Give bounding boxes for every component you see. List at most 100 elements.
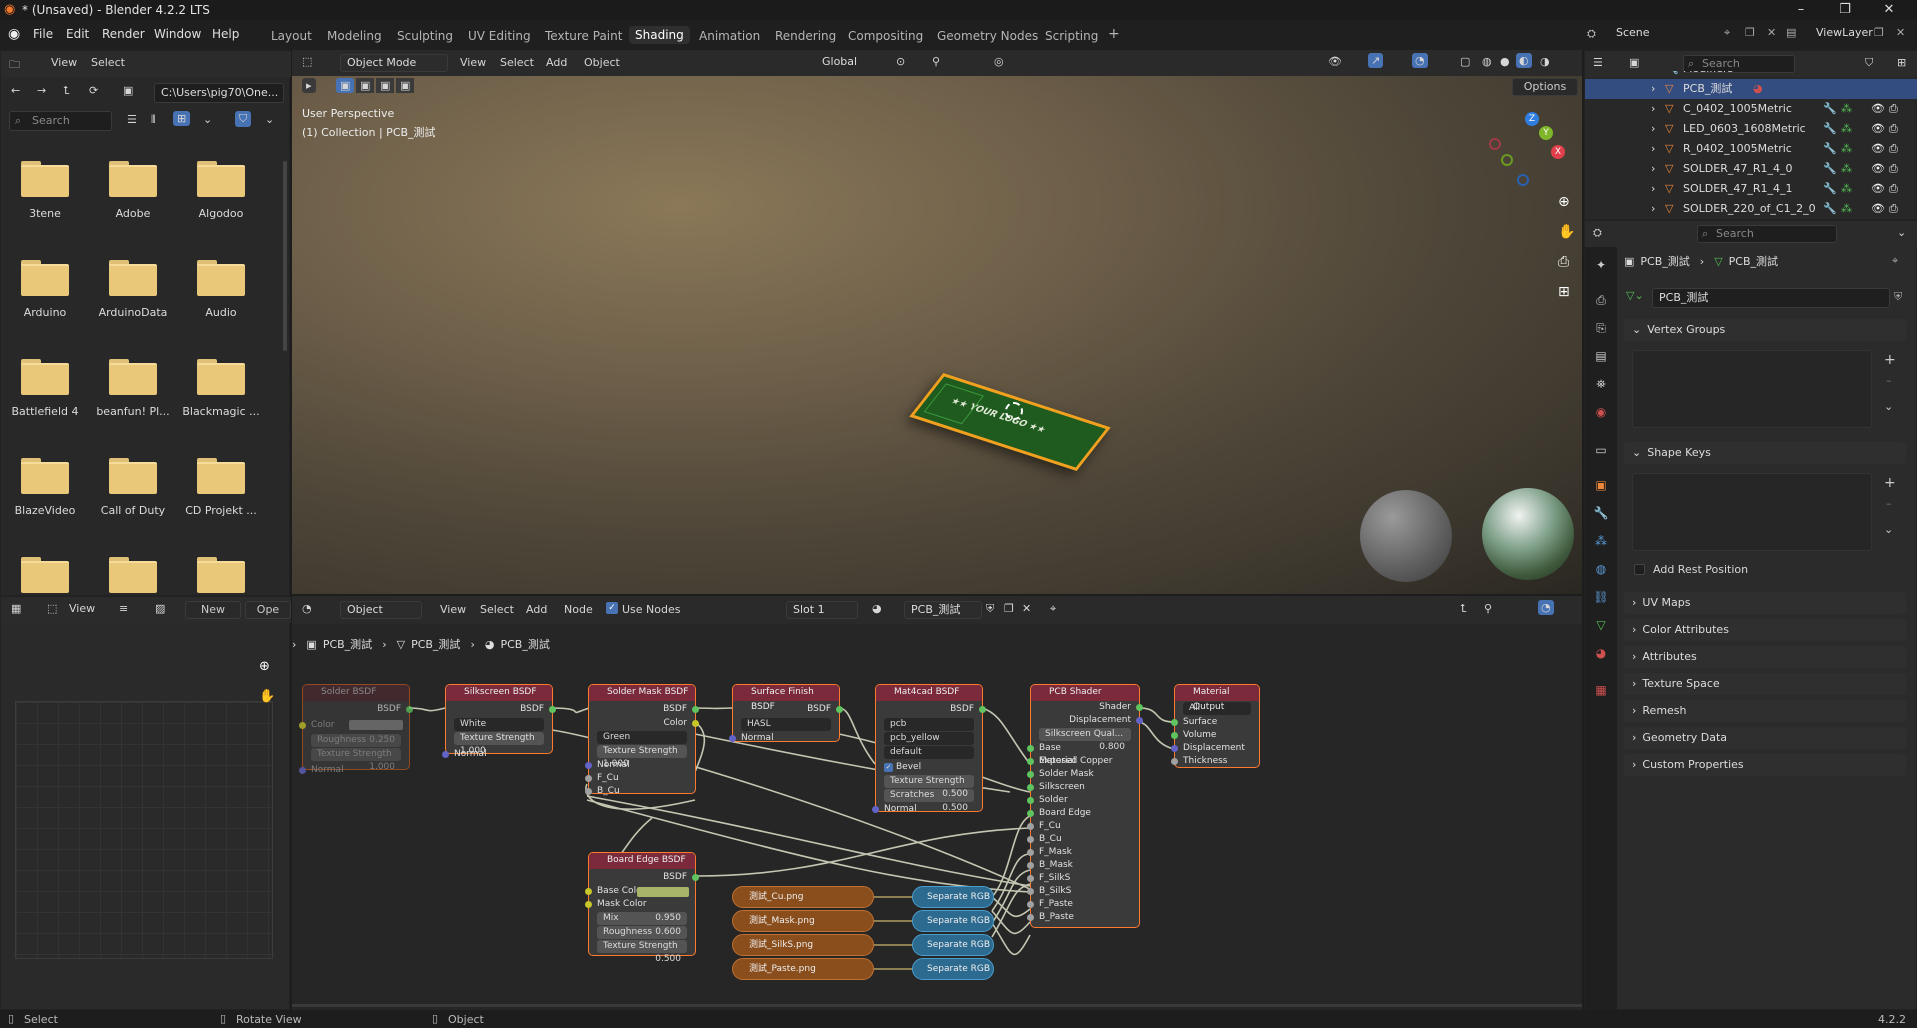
breadcrumb-object[interactable]: PCB_測試 [1640, 253, 1689, 269]
image-node-cu[interactable]: 測試_Cu.png [732, 886, 874, 908]
outliner-row[interactable]: › 🔧 Modifiers [1585, 71, 1917, 79]
separate-rgb-node-2[interactable]: Separate RGB (Le... [912, 910, 994, 932]
back-icon[interactable]: ← [11, 84, 20, 97]
image-view-menu[interactable]: View [69, 602, 95, 615]
world-tab-icon[interactable]: ◉ [1592, 403, 1610, 421]
folder-item[interactable]: Audio [181, 260, 261, 319]
node-pcb-shader[interactable]: PCB Shader Shader Displacement Silkscree… [1027, 684, 1143, 928]
parent-dir-icon[interactable]: ⮤ [63, 84, 70, 98]
editor-type-icon[interactable]: ⛭ [1593, 226, 1602, 240]
editor-type-icon[interactable]: 🗀 [9, 56, 20, 75]
object-mode-dropdown[interactable]: Object Mode [340, 54, 448, 72]
separate-rgb-node-1[interactable]: Separate RGB (Le... [912, 886, 994, 908]
socket[interactable] [836, 706, 843, 713]
menu-window[interactable]: Window [154, 27, 201, 41]
xray-icon[interactable]: ▢ [1460, 55, 1470, 68]
wireframe-shading-icon[interactable]: ◍ [1482, 55, 1492, 68]
gizmo-z-axis[interactable]: Z [1525, 112, 1539, 126]
editor-type-icon[interactable]: ☰ [1593, 56, 1603, 69]
node-surface-title[interactable]: Surface Finish BSDF [733, 685, 839, 712]
list-horizontal-icon[interactable]: ⫴ [151, 113, 156, 127]
eye-icon[interactable]: 👁 [1871, 119, 1885, 139]
solder-texture-field[interactable]: Texture Strength 1.000 [311, 748, 401, 772]
minimize-button[interactable]: – [1779, 0, 1823, 20]
socket[interactable] [1027, 849, 1034, 856]
mat4cad-dropdown-2[interactable]: pcb_yellow [884, 732, 974, 745]
socket[interactable] [1171, 719, 1178, 726]
section-attributes[interactable]: › Attributes [1624, 646, 1906, 668]
expand-chevron-icon[interactable]: › [1651, 71, 1655, 79]
ortho-toggle-icon[interactable]: ⊞ [1558, 284, 1570, 300]
node-overlay-icon[interactable]: ◔ [1538, 600, 1554, 615]
transform-orientation-dropdown[interactable]: Global [816, 54, 890, 72]
node-silkscreen-bsdf[interactable]: Silkscreen BSDF BSDF White Texture Stren… [442, 684, 556, 759]
shape-key-specials-icon[interactable]: ⌄ [1884, 523, 1893, 536]
select-mode-extend-icon[interactable]: ▣ [356, 78, 375, 93]
mesh-browse-icon[interactable]: ▽⌄ [1626, 289, 1644, 302]
folder-item[interactable]: Call of Duty [93, 458, 173, 517]
select-mode-new-icon[interactable]: ▣ [336, 78, 355, 93]
socket[interactable] [585, 901, 592, 908]
shader-node-editor[interactable]: › ▣ PCB_測試 › ▽ PCB_測試 › ◕ PCB_測試 Solder … [292, 624, 1582, 1010]
node-boardedge-title[interactable]: Board Edge BSDF [589, 853, 695, 869]
expand-chevron-icon[interactable]: › [1651, 99, 1655, 119]
node-menu-add[interactable]: Add [526, 603, 547, 616]
gizmo-neg-z[interactable] [1517, 174, 1529, 186]
add-rest-checkbox[interactable] [1634, 563, 1645, 575]
folder-item[interactable] [181, 557, 261, 597]
outliner-row[interactable]: › ▽ PCB_測試 ◕ [1585, 79, 1917, 99]
filter-icon[interactable]: ⛉ [1865, 56, 1873, 70]
folder-item[interactable]: BlazeVideo [5, 458, 85, 517]
use-nodes-checkbox[interactable]: ✓ [606, 602, 618, 614]
pin-icon[interactable]: ⌖ [1724, 26, 1730, 40]
image-pan-icon[interactable]: ✋ [259, 689, 275, 704]
socket[interactable] [692, 706, 699, 713]
new-collection-icon[interactable]: ⊞ [1897, 56, 1906, 69]
socket[interactable] [1027, 901, 1034, 908]
socket[interactable] [1027, 862, 1034, 869]
tab-uv-editing[interactable]: UV Editing [468, 29, 531, 43]
socket[interactable] [299, 722, 306, 729]
image-browse-icon[interactable]: ▨ [155, 602, 165, 615]
folder-item[interactable]: Battlefield 4 [5, 359, 85, 418]
socket[interactable] [1027, 758, 1034, 765]
boardedge-mix-field[interactable]: Mix 0.950 [597, 912, 687, 925]
socket[interactable] [872, 806, 879, 813]
tab-geometry-nodes[interactable]: Geometry Nodes [937, 29, 1038, 43]
close-button[interactable]: ✕ [1867, 0, 1911, 20]
camera-render-icon[interactable]: ⎙ [1889, 179, 1898, 199]
refresh-icon[interactable]: ⟳ [89, 84, 98, 97]
fake-user-icon[interactable]: ⛨ [986, 602, 994, 616]
node-menu-view[interactable]: View [440, 603, 466, 616]
outliner-row[interactable]: › ▽ R_0402_1005Metric 🔧 ⁂ 👁 ⎙ [1585, 139, 1917, 159]
viewport-menu-object[interactable]: Object [584, 56, 620, 69]
pan-hand-icon[interactable]: ✋ [1558, 224, 1575, 240]
section-texture-space[interactable]: › Texture Space [1624, 673, 1906, 695]
socket[interactable] [1027, 836, 1034, 843]
menu-edit[interactable]: Edit [66, 27, 89, 41]
node-soldermask-title[interactable]: Solder Mask BSDF [589, 685, 695, 701]
tab-texture-paint[interactable]: Texture Paint [545, 29, 622, 43]
output-tab-icon[interactable]: ⎘ [1592, 319, 1610, 337]
add-vertex-group-icon[interactable]: + [1884, 352, 1896, 368]
shader-type-dropdown[interactable]: Object [340, 601, 422, 619]
expand-chevron-icon[interactable]: › [1651, 179, 1655, 199]
section-custom-properties[interactable]: › Custom Properties [1624, 754, 1906, 776]
image-zoom-icon[interactable]: ⊕ [259, 659, 270, 674]
bevel-checkbox[interactable]: ✓ [884, 763, 893, 772]
boardedge-color-swatch[interactable] [637, 887, 689, 897]
select-tool-icon[interactable]: ▸ [302, 78, 316, 93]
socket[interactable] [549, 706, 556, 713]
node-output-title[interactable]: Material Output [1175, 685, 1259, 712]
folder-item[interactable]: CD Projekt ... [181, 458, 261, 517]
scene-selector[interactable]: Scene [1610, 25, 1720, 43]
display-mode-icon[interactable]: ▣ [1629, 56, 1639, 69]
new-folder-icon[interactable]: ▣ [123, 84, 133, 97]
socket[interactable] [1027, 914, 1034, 921]
node-solder-bsdf[interactable]: Solder BSDF BSDF Color Roughness 0.250 Te… [299, 684, 413, 775]
mat4cad-texture-field[interactable]: Texture Strength 0.500 [884, 775, 974, 799]
remove-scene-icon[interactable]: ✕ [1767, 26, 1776, 39]
gizmo-neg-y[interactable] [1501, 154, 1513, 166]
node-menu-node[interactable]: Node [564, 603, 593, 616]
node-solder-title[interactable]: Solder BSDF [303, 685, 409, 701]
